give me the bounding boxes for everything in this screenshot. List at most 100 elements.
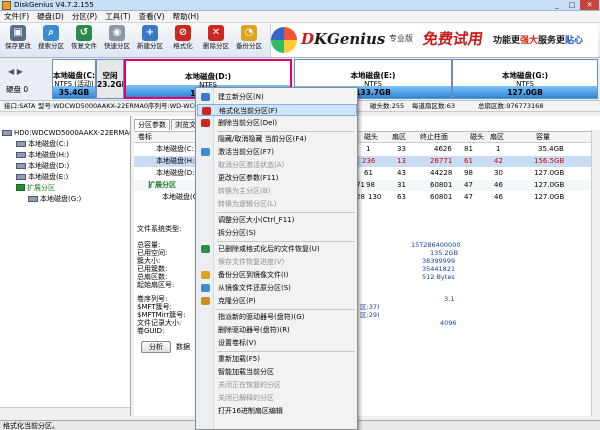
menu-item-label: 删除当前分区(Del) <box>218 119 278 127</box>
recover-icon <box>201 245 210 253</box>
new-partition-icon <box>201 93 210 101</box>
partition-name: 本地磁盘(G:) <box>501 71 548 80</box>
menu-item-3[interactable]: 隐藏/取消隐藏 当前分区(F4) <box>197 133 357 145</box>
menu-item-4[interactable]: 激活当前分区(F7) <box>197 146 357 158</box>
delete-partition-button[interactable]: ✕ 删除分区 <box>200 24 232 57</box>
partition-icon <box>28 196 38 202</box>
menu-item-label: 克隆分区(P) <box>218 297 256 305</box>
partition-block-c[interactable]: 本地磁盘(C: NTFS (活动) 35.4GB <box>52 59 96 99</box>
tree-horizontal-scrollbar[interactable] <box>0 407 130 416</box>
menu-separator <box>217 241 355 242</box>
row-cell: 43 <box>397 169 406 177</box>
backup-partition-button[interactable]: ◔ 备份分区 <box>233 24 265 57</box>
disk-nav-arrows[interactable]: ◀ ▶ <box>8 67 23 76</box>
menu-item-20[interactable]: 智能加载当前分区 <box>197 366 357 378</box>
toolbar-label: 快速分区 <box>104 42 130 50</box>
tree-label: 本地磁盘(E:) <box>28 173 69 181</box>
detail-label: $MFTMirr簇号: <box>137 311 186 319</box>
tree-disk-root[interactable]: HD0:WDCWD5000AAKX-22ERMA0 <box>2 128 130 138</box>
menu-item-9[interactable]: 调整分区大小(Ctrl_F11) <box>197 214 357 226</box>
menu-item-11[interactable]: 已删除或格式化后的文件恢复(U) <box>197 243 357 255</box>
detail-label: 已用簇数: <box>137 265 168 273</box>
row-cell: 98 <box>366 181 375 189</box>
menu-tools[interactable]: 工具(T) <box>101 11 134 22</box>
row-cell: 46 <box>494 193 503 201</box>
menu-separator <box>217 131 355 132</box>
menu-file[interactable]: 文件(F) <box>0 11 33 22</box>
menu-item-19[interactable]: 重新加载(F5) <box>197 353 357 365</box>
format-button[interactable]: ⊘ 格式化 <box>167 24 199 57</box>
delete-icon: ✕ <box>208 25 224 41</box>
promo-d: 贴心 <box>565 36 584 46</box>
disk-icon <box>2 130 12 136</box>
menu-item-10[interactable]: 拆分分区(S) <box>197 227 357 239</box>
menu-help[interactable]: 帮助(H) <box>169 11 204 22</box>
menu-separator <box>217 309 355 310</box>
tree-item-e[interactable]: 本地磁盘(E:) <box>16 172 68 182</box>
analyze-button[interactable]: 分析 <box>141 341 171 353</box>
menu-item-23[interactable]: 打开16进制扇区编辑 <box>197 405 357 417</box>
maximize-button[interactable]: □ <box>565 0 579 10</box>
tree-item-extended[interactable]: 扩展分区 <box>16 183 55 193</box>
row-cell: 63 <box>397 193 406 201</box>
detail-value: 135.2GB <box>430 249 459 257</box>
menu-item-0[interactable]: 建立新分区(N) <box>197 91 357 103</box>
detail-value: 512 Bytes <box>422 273 455 281</box>
save-changes-button[interactable]: ▣ 保存更改 <box>2 24 34 57</box>
tree-item-g[interactable]: 本地磁盘(G:) <box>28 194 81 204</box>
partition-block-free[interactable]: 空闲23.2GB <box>96 59 124 99</box>
menu-item-13[interactable]: 备份分区到镜像文件(I) <box>197 269 357 281</box>
row-label: 本地磁盘(C:) <box>156 145 197 153</box>
menu-item-18[interactable]: 设置卷标(V) <box>197 337 357 349</box>
menu-item-14[interactable]: 从镜像文件还原分区(S) <box>197 282 357 294</box>
quick-partition-button[interactable]: ◉ 快速分区 <box>101 24 133 57</box>
column-header: 卷标 <box>138 133 152 141</box>
menu-item-label: 建立新分区(N) <box>218 93 264 101</box>
row-cell: 30 <box>494 169 503 177</box>
row-cell: 1 <box>496 145 501 153</box>
column-header: 扇区 <box>392 133 406 141</box>
detail-value: 3.1 <box>444 295 455 303</box>
menu-partition[interactable]: 分区(P) <box>68 11 101 22</box>
menu-item-1[interactable]: 格式化当前分区(F) <box>197 104 357 116</box>
partition-block-g[interactable]: 本地磁盘(G:) NTFS 127.0GB <box>452 59 598 99</box>
menu-item-label: 已删除或格式化后的文件恢复(U) <box>218 245 320 253</box>
menu-disk[interactable]: 硬盘(D) <box>33 11 68 22</box>
menu-separator <box>217 351 355 352</box>
detail-label: $MFT簇号: <box>137 303 173 311</box>
tab-partition-params[interactable]: 分区参数 <box>134 119 170 130</box>
menu-item-16[interactable]: 指派新的驱动器号(盘符)(G) <box>197 311 357 323</box>
window-title: DiskGenius V4.7.2.155 <box>14 1 94 9</box>
ad-banner[interactable]: DKGenius 专业版 免费试用 功能更强大服务更贴心 <box>270 24 598 57</box>
menu-item-label: 指派新的驱动器号(盘符)(G) <box>218 313 305 321</box>
menu-item-label: 取消分区激活状态(A) <box>218 161 285 169</box>
partition-name: 本地磁盘(D:) <box>184 72 232 81</box>
toolbar-label: 格式化 <box>173 42 193 50</box>
partition-size: 127.0GB <box>507 88 543 97</box>
menu-item-label: 关闭正在恢复的分区 <box>218 381 281 389</box>
detail-vertical-scrollbar[interactable] <box>591 130 600 416</box>
banner-brand-rest: KGenius <box>314 30 386 48</box>
close-button[interactable]: ✕ <box>580 0 599 10</box>
recover-files-button[interactable]: ↺ 恢复文件 <box>68 24 100 57</box>
search-partition-button[interactable]: ⌕ 搜索分区 <box>35 24 67 57</box>
menu-item-17[interactable]: 删除驱动器号(盘符)(R) <box>197 324 357 336</box>
row-size: 127.0GB <box>534 181 565 189</box>
disk-tree-panel: HD0:WDCWD5000AAKX-22ERMA0 本地磁盘(C:) 本地磁盘(… <box>0 116 131 416</box>
menu-item-label: 隐藏/取消隐藏 当前分区(F4) <box>218 135 307 143</box>
clone-icon <box>201 297 210 305</box>
menu-item-2[interactable]: 删除当前分区(Del) <box>197 117 357 129</box>
tree-item-h[interactable]: 本地磁盘(H:) <box>16 150 69 160</box>
minimize-button[interactable]: _ <box>550 0 564 10</box>
toolbar-label: 搜索分区 <box>38 42 64 50</box>
menu-item-15[interactable]: 克隆分区(P) <box>197 295 357 307</box>
tree-label: 本地磁盘(H:) <box>28 151 70 159</box>
partition-icon <box>16 163 26 169</box>
tree-item-c[interactable]: 本地磁盘(C:) <box>16 139 69 149</box>
menu-item-6[interactable]: 更改分区参数(F11) <box>197 172 357 184</box>
tree-item-d[interactable]: 本地磁盘(D:) <box>16 161 69 171</box>
new-partition-button[interactable]: + 新建分区 <box>134 24 166 57</box>
row-cell: 13 <box>397 157 406 165</box>
menu-item-label: 转换为主分区(B) <box>218 187 271 195</box>
menu-view[interactable]: 查看(V) <box>135 11 169 22</box>
